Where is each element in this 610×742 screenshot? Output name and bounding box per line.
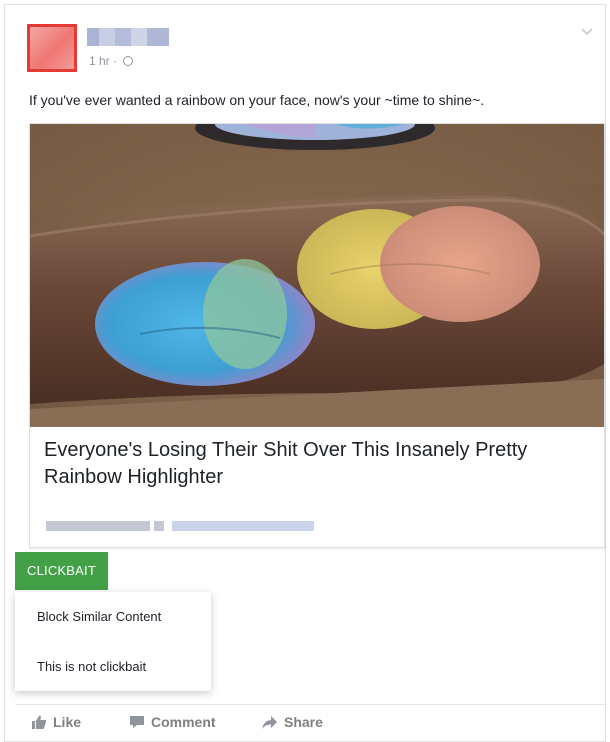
clickbait-menu: Block Similar Content This is not clickb… bbox=[15, 592, 211, 691]
link-preview-image[interactable] bbox=[30, 124, 604, 427]
menu-item-not-clickbait[interactable]: This is not clickbait bbox=[37, 659, 146, 674]
share-button[interactable]: Share bbox=[261, 714, 323, 730]
clickbait-tag[interactable]: CLICKBAIT bbox=[15, 552, 108, 590]
chevron-down-icon[interactable] bbox=[579, 23, 595, 39]
comment-label: Comment bbox=[151, 714, 216, 730]
share-arrow-icon bbox=[262, 716, 277, 729]
comment-button[interactable]: Comment bbox=[129, 714, 216, 730]
globe-icon bbox=[123, 56, 134, 66]
thumbs-up-icon bbox=[32, 715, 47, 729]
author-name-redacted[interactable] bbox=[87, 28, 169, 46]
share-label: Share bbox=[284, 714, 323, 730]
link-preview-card[interactable]: Everyone's Losing Their Shit Over This I… bbox=[29, 123, 605, 548]
menu-item-block-similar[interactable]: Block Similar Content bbox=[37, 609, 161, 624]
comment-icon bbox=[130, 716, 144, 728]
meta-separator: · bbox=[109, 54, 121, 68]
like-label: Like bbox=[53, 714, 82, 730]
post-text: If you've ever wanted a rainbow on your … bbox=[29, 92, 485, 108]
post-timestamp[interactable]: 1 hr bbox=[89, 54, 110, 68]
link-domain-redacted bbox=[46, 521, 314, 531]
post-action-bar: Like Comment Share bbox=[15, 704, 605, 739]
highlighter-swatch-photo bbox=[30, 124, 604, 427]
author-avatar[interactable] bbox=[27, 24, 77, 72]
link-title[interactable]: Everyone's Losing Their Shit Over This I… bbox=[44, 437, 592, 491]
feed-post: 1 hr · If you've ever wanted a rainbow o… bbox=[4, 4, 606, 742]
post-meta: 1 hr · bbox=[89, 54, 134, 68]
like-button[interactable]: Like bbox=[31, 714, 81, 730]
